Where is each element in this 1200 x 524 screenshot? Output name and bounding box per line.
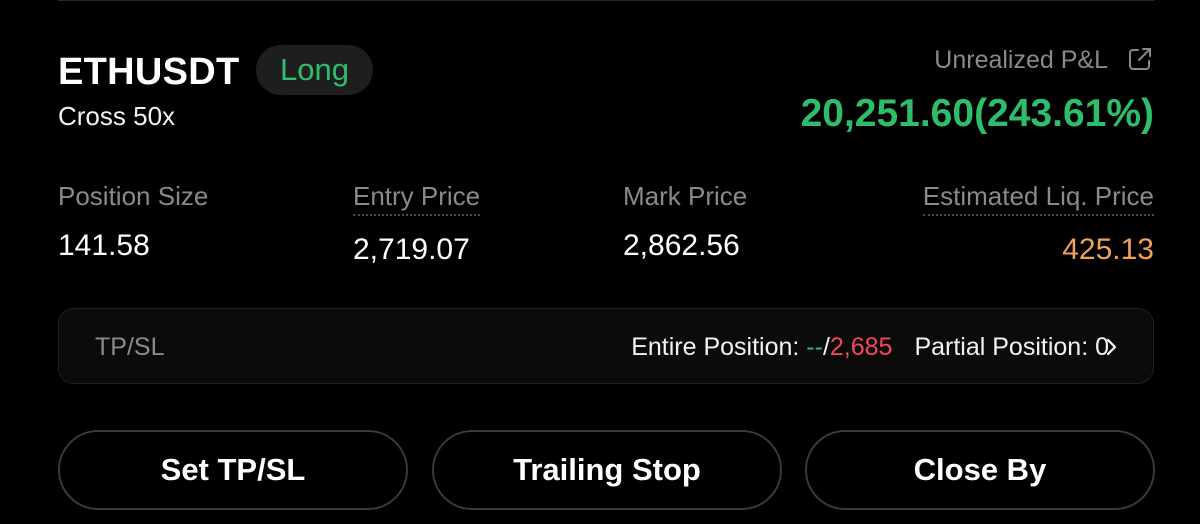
- side-badge: Long: [256, 45, 373, 95]
- tpsl-label: TP/SL: [95, 333, 165, 361]
- external-link-icon[interactable]: [1126, 45, 1154, 73]
- mark-price-label: Mark Price: [623, 181, 748, 211]
- partial-position-label: Partial Position: 0: [914, 333, 1109, 361]
- liq-price-value: 425.13: [1062, 233, 1154, 266]
- set-tpsl-button[interactable]: Set TP/SL: [58, 430, 408, 510]
- entire-position-label: Entire Position:: [631, 333, 807, 361]
- liq-price-label[interactable]: Estimated Liq. Price: [922, 180, 1154, 216]
- top-divider: [58, 0, 1154, 1]
- unrealized-pnl-value: 20,251.60(243.61%): [800, 92, 1154, 135]
- entire-position-sl-value: 2,685: [829, 333, 893, 361]
- symbol-title[interactable]: ETHUSDT: [58, 50, 240, 94]
- tpsl-summary-row[interactable]: TP/SL Entire Position: --/2,685 Partial P…: [58, 308, 1154, 384]
- entire-position-tp-value: --: [806, 333, 823, 361]
- position-size-label: Position Size: [58, 181, 209, 211]
- mark-price-value: 2,862.56: [623, 229, 740, 262]
- tpsl-info: Entire Position: --/2,685 Partial Positio…: [631, 331, 1109, 363]
- close-by-button[interactable]: Close By: [805, 430, 1155, 510]
- unrealized-pnl-label: Unrealized P&L: [934, 46, 1108, 74]
- entry-price-label[interactable]: Entry Price: [353, 180, 481, 216]
- position-size-value: 141.58: [58, 229, 150, 262]
- chevron-right-icon: [1106, 338, 1117, 356]
- tpsl-separator: /: [822, 333, 830, 361]
- entry-price-value: 2,719.07: [353, 233, 470, 266]
- trailing-stop-button[interactable]: Trailing Stop: [432, 430, 782, 510]
- margin-mode-label: Cross 50x: [58, 101, 176, 131]
